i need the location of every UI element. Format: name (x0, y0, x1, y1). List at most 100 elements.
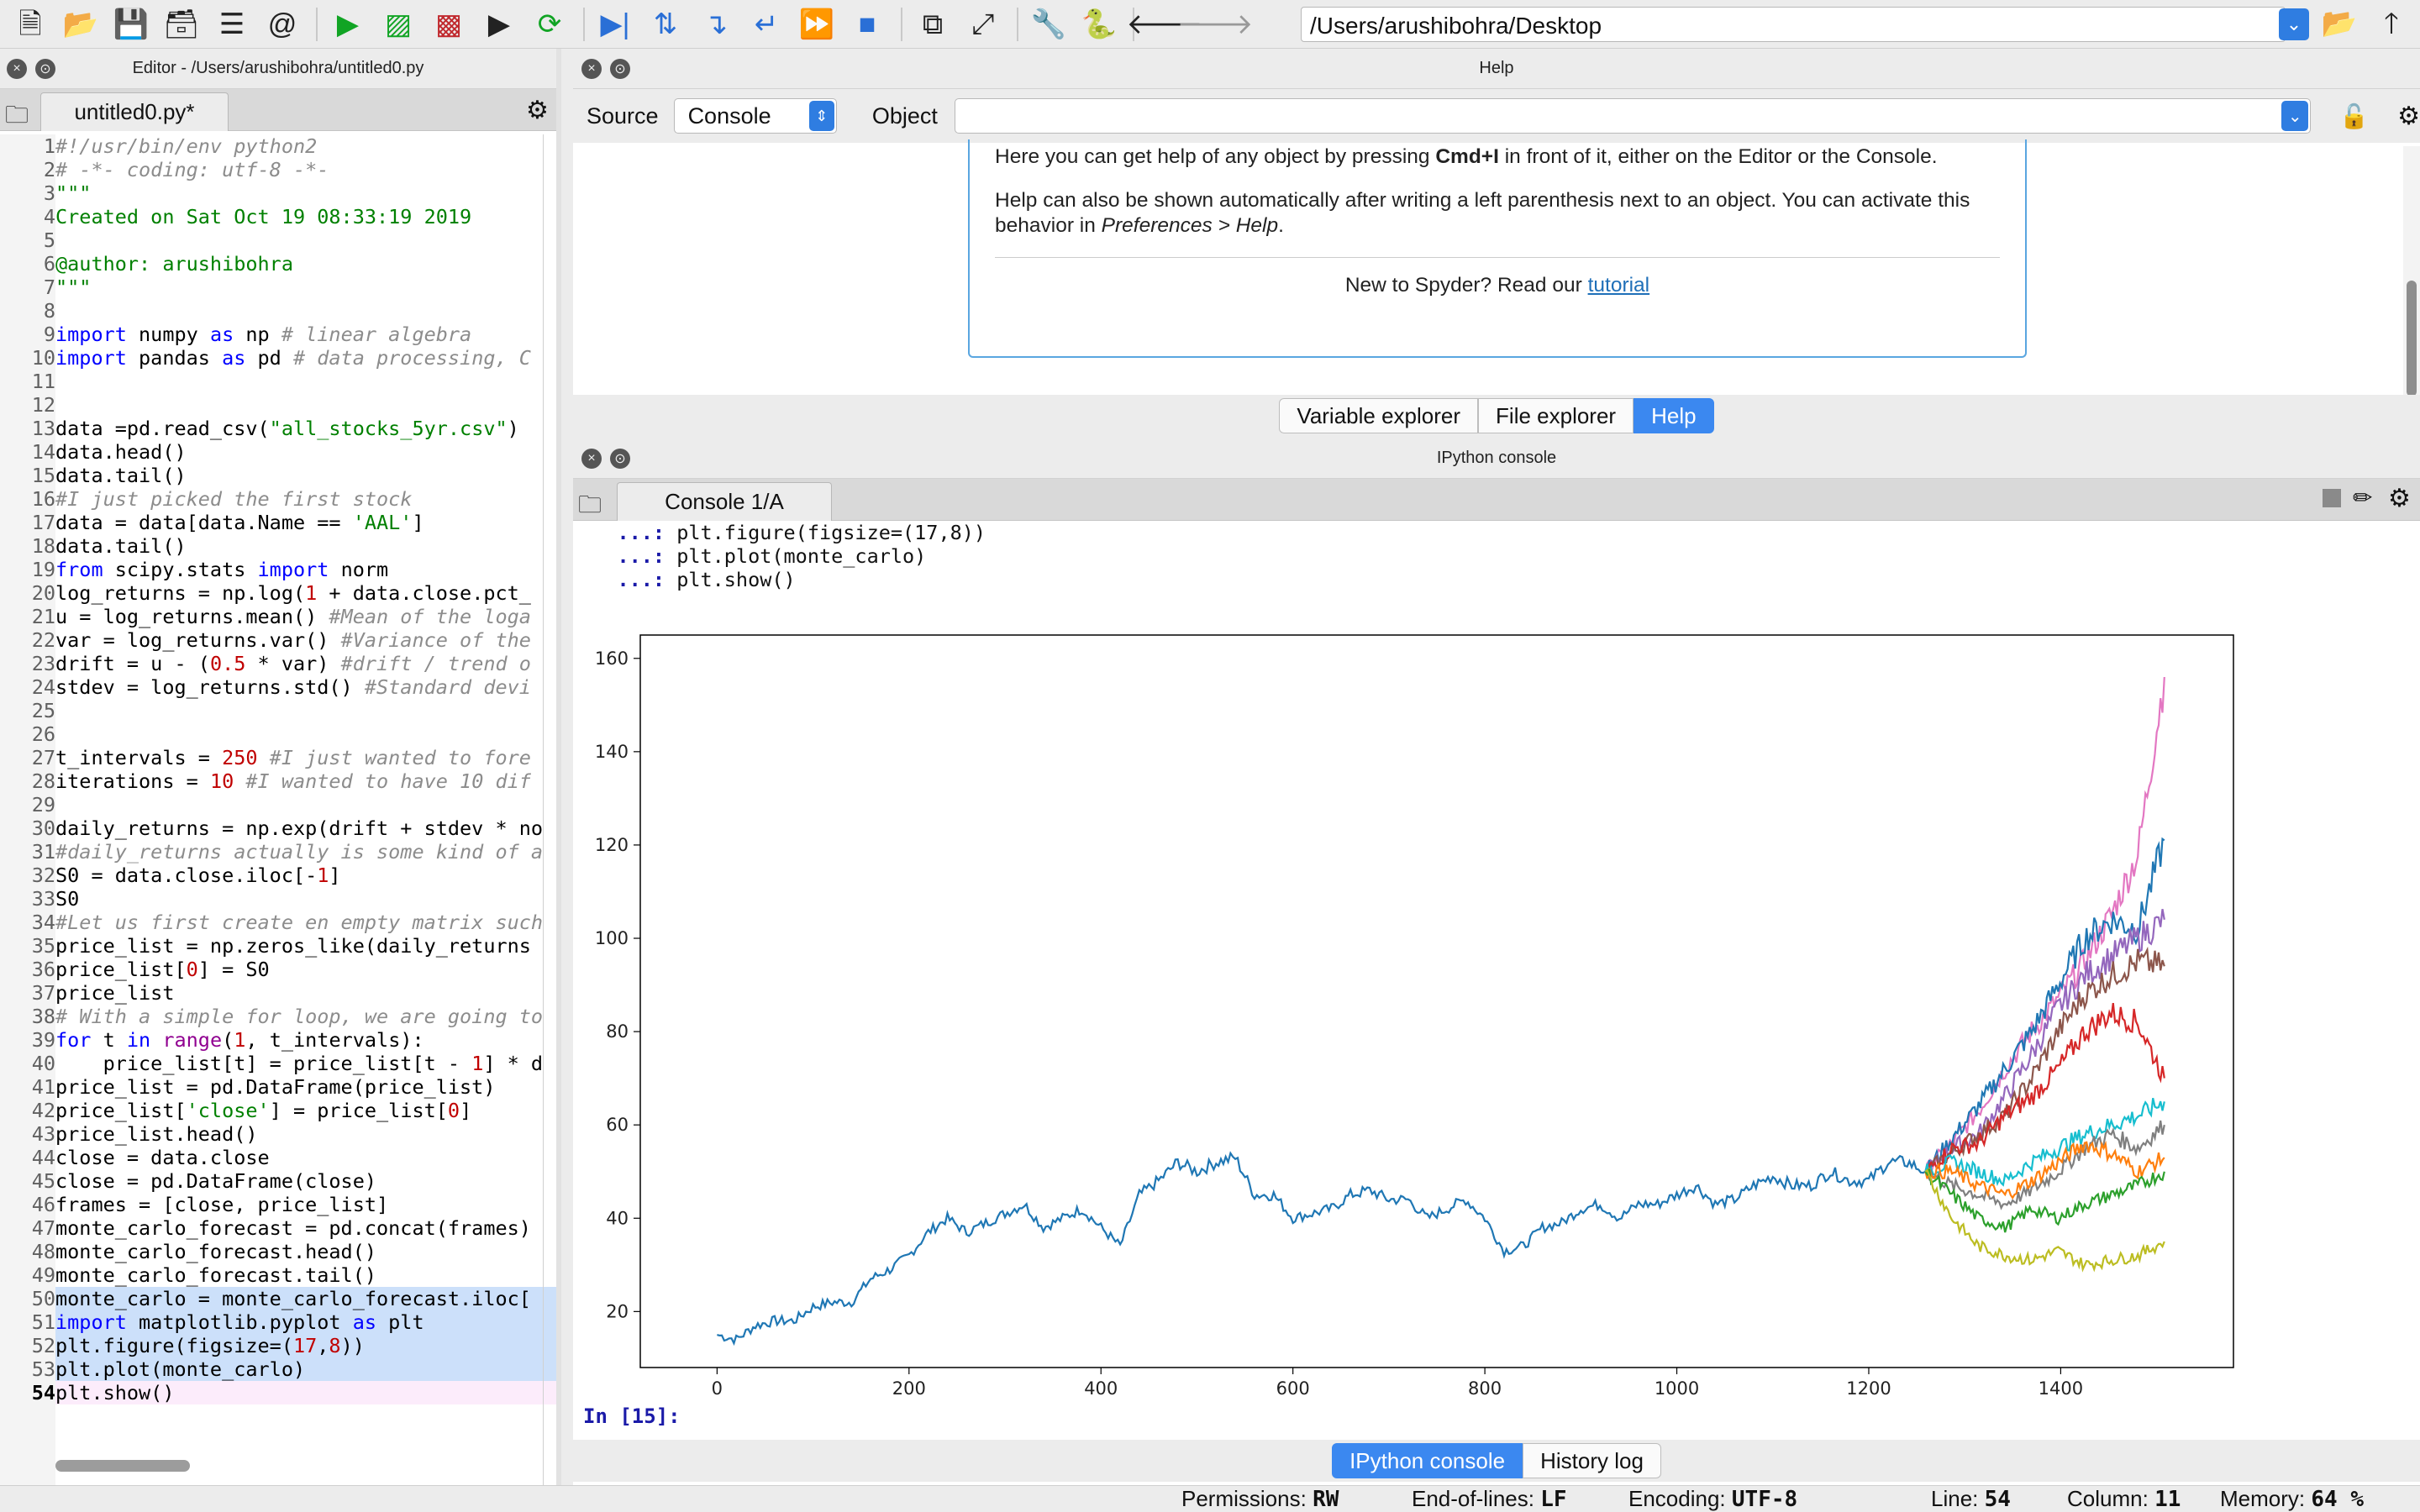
code-line[interactable]: 38# With a simple for loop, we are going… (0, 1005, 556, 1028)
code-line[interactable]: 50monte_carlo = monte_carlo_forecast.ilo… (0, 1287, 556, 1310)
close-icon[interactable]: × (7, 59, 27, 79)
code-line[interactable]: 12 (0, 393, 556, 417)
code-line[interactable]: 28iterations = 10 #I wanted to have 10 d… (0, 769, 556, 793)
code-line[interactable]: 49monte_carlo_forecast.tail() (0, 1263, 556, 1287)
tab-variable-explorer[interactable]: Variable explorer (1279, 398, 1479, 433)
eraser-icon[interactable]: ✏ (2353, 484, 2372, 512)
gear-icon[interactable]: ⚙ (2397, 102, 2420, 131)
code-line[interactable]: 25 (0, 699, 556, 722)
rerun-icon[interactable]: ⟳ (531, 6, 568, 43)
console-input-prompt[interactable]: In [15]: (583, 1404, 681, 1428)
code-editor[interactable]: 1#!/usr/bin/env python2 2# -*- coding: ut… (0, 134, 556, 1478)
tutorial-link[interactable]: tutorial (1588, 274, 1650, 297)
browse-tabs-icon[interactable]: 🗀 (5, 97, 29, 138)
code-line[interactable]: 10import pandas as pd # data processing,… (0, 346, 556, 370)
code-line[interactable]: 23drift = u - (0.5 * var) #drift / trend… (0, 652, 556, 675)
close-icon[interactable]: × (581, 59, 602, 79)
code-line[interactable]: 35price_list = np.zeros_like(daily_retur… (0, 934, 556, 958)
forward-icon[interactable]: 🡒 (1176, 6, 1253, 43)
code-line[interactable]: 54plt.show() (0, 1381, 556, 1404)
save-icon[interactable]: 💾 (113, 6, 150, 43)
code-line[interactable]: 7""" (0, 276, 556, 299)
open-folder-icon[interactable]: 📂 (62, 6, 99, 43)
save-all-icon[interactable]: 🗃 (163, 6, 200, 43)
code-line[interactable]: 27t_intervals = 250 #I just wanted to fo… (0, 746, 556, 769)
browse-folder-icon[interactable]: 📂 (2321, 5, 2358, 42)
code-line[interactable]: 36price_list[0] = S0 (0, 958, 556, 981)
close-icon[interactable]: × (581, 449, 602, 469)
code-line[interactable]: 33S0 (0, 887, 556, 911)
fullscreen-icon[interactable]: ⤢ (965, 6, 1002, 43)
code-line[interactable]: 9import numpy as np # linear algebra (0, 323, 556, 346)
code-line[interactable]: 52plt.figure(figsize=(17,8)) (0, 1334, 556, 1357)
step-return-icon[interactable]: ↵ (748, 6, 785, 43)
code-line[interactable]: 45close = pd.DataFrame(close) (0, 1169, 556, 1193)
python-path-icon[interactable]: 🐍 (1081, 6, 1118, 43)
continue-icon[interactable]: ⏩ (798, 6, 835, 43)
code-line[interactable]: 42price_list['close'] = price_list[0] (0, 1099, 556, 1122)
gear-icon[interactable]: ⚙ (2388, 484, 2411, 513)
maximize-pane-icon[interactable]: ⧉ (914, 6, 951, 43)
object-input[interactable]: ⌄ (954, 98, 2312, 134)
working-directory-dropdown[interactable]: ⌄ (2279, 8, 2309, 40)
tab-help[interactable]: Help (1634, 398, 1714, 433)
stop-kernel-icon[interactable] (2323, 489, 2341, 507)
code-line[interactable]: 53plt.plot(monte_carlo) (0, 1357, 556, 1381)
code-line[interactable]: 26 (0, 722, 556, 746)
run-icon[interactable]: ▶ (329, 6, 366, 43)
code-line[interactable]: 8 (0, 299, 556, 323)
code-line[interactable]: 31#daily_returns actually is some kind o… (0, 840, 556, 864)
code-line[interactable]: 15data.tail() (0, 464, 556, 487)
scroll-thumb[interactable] (2407, 281, 2417, 396)
code-line[interactable]: 6@author: arushibohra (0, 252, 556, 276)
code-line[interactable]: 30daily_returns = np.exp(drift + stdev *… (0, 816, 556, 840)
step-icon[interactable]: ⇅ (647, 6, 684, 43)
undock-icon[interactable]: ⊙ (610, 449, 630, 469)
horizontal-scrollbar[interactable] (55, 1460, 190, 1472)
code-line[interactable]: 16#I just picked the first stock (0, 487, 556, 511)
code-line[interactable]: 41price_list = pd.DataFrame(price_list) (0, 1075, 556, 1099)
code-line[interactable]: 21u = log_returns.mean() #Mean of the lo… (0, 605, 556, 628)
code-line[interactable]: 19from scipy.stats import norm (0, 558, 556, 581)
lock-icon[interactable]: 🔓 (2339, 102, 2369, 130)
code-line[interactable]: 29 (0, 793, 556, 816)
console-tab[interactable]: Console 1/A (617, 482, 832, 521)
code-line[interactable]: 24stdev = log_returns.std() #Standard de… (0, 675, 556, 699)
code-line[interactable]: 22var = log_returns.var() #Variance of t… (0, 628, 556, 652)
code-line[interactable]: 37price_list (0, 981, 556, 1005)
run-cell-advance-icon[interactable]: ▩ (430, 6, 467, 43)
code-line[interactable]: 18data.tail() (0, 534, 556, 558)
undock-icon[interactable]: ⊙ (610, 59, 630, 79)
code-line[interactable]: 43price_list.head() (0, 1122, 556, 1146)
code-line[interactable]: 20log_returns = np.log(1 + data.close.pc… (0, 581, 556, 605)
code-line[interactable]: 17data = data[data.Name == 'AAL'] (0, 511, 556, 534)
debug-icon[interactable]: ▶| (597, 6, 634, 43)
code-line[interactable]: 13data =pd.read_csv("all_stocks_5yr.csv"… (0, 417, 556, 440)
code-line[interactable]: 40 price_list[t] = price_list[t - 1] * d (0, 1052, 556, 1075)
parent-directory-icon[interactable]: 🡑 (2373, 5, 2410, 42)
code-line[interactable]: 5 (0, 228, 556, 252)
code-line[interactable]: 1#!/usr/bin/env python2 (0, 134, 556, 158)
code-line[interactable]: 46frames = [close, price_list] (0, 1193, 556, 1216)
tab-ipython-console[interactable]: IPython console (1332, 1443, 1523, 1478)
editor-tab[interactable]: untitled0.py* (40, 92, 229, 131)
outline-icon[interactable]: ☰ (213, 6, 250, 43)
new-file-icon[interactable]: 🗎 (12, 6, 49, 43)
undock-icon[interactable]: ⊙ (35, 59, 55, 79)
code-line[interactable]: 11 (0, 370, 556, 393)
step-into-icon[interactable]: ↴ (697, 6, 734, 43)
at-icon[interactable]: @ (264, 6, 301, 43)
preferences-icon[interactable]: 🔧 (1030, 6, 1067, 43)
stop-icon[interactable]: ■ (849, 6, 886, 43)
run-selection-icon[interactable]: ▶​ (481, 6, 518, 43)
code-line[interactable]: 34#Let us first create en empty matrix s… (0, 911, 556, 934)
code-line[interactable]: 2# -*- coding: utf-8 -*- (0, 158, 556, 181)
code-line[interactable]: 48monte_carlo_forecast.head() (0, 1240, 556, 1263)
code-line[interactable]: 51import matplotlib.pyplot as plt (0, 1310, 556, 1334)
code-line[interactable]: 3""" (0, 181, 556, 205)
gear-icon[interactable]: ⚙ (526, 96, 549, 125)
help-vertical-scrollbar[interactable] (2403, 146, 2420, 398)
tab-file-explorer[interactable]: File explorer (1478, 398, 1634, 433)
source-select[interactable]: Console ⇕ (673, 98, 837, 134)
code-line[interactable]: 47monte_carlo_forecast = pd.concat(frame… (0, 1216, 556, 1240)
